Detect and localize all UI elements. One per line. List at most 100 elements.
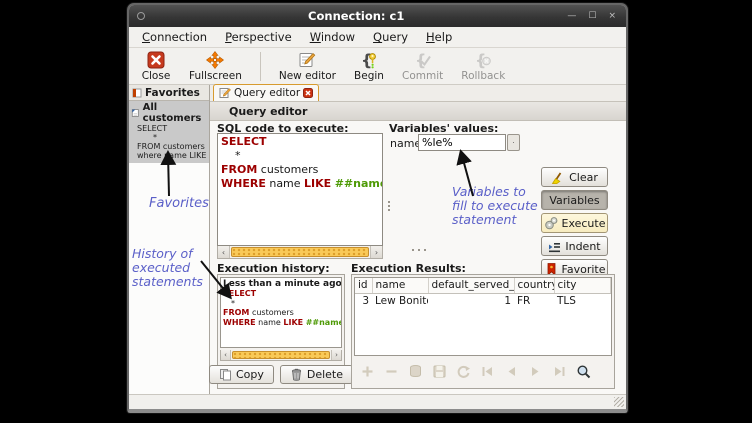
history-list[interactable]: Less than a minute ago: SELECT * FROM cu… — [220, 277, 342, 348]
history-panel: Less than a minute ago: SELECT * FROM cu… — [217, 274, 345, 389]
history-hscrollbar[interactable]: ‹ › — [220, 350, 342, 361]
window-menu-icon[interactable] — [137, 12, 145, 20]
tabstrip: Query editor — [210, 85, 626, 102]
copy-button[interactable]: Copy — [209, 365, 274, 384]
toolbar-separator — [260, 52, 261, 81]
new-editor-icon — [298, 51, 316, 69]
save-icon — [432, 364, 447, 379]
column-header[interactable]: country — [514, 278, 554, 293]
menu-perspective[interactable]: Perspective — [216, 28, 301, 46]
clear-button[interactable]: Clear — [541, 167, 608, 187]
history-age: Less than a minute ago: — [223, 279, 339, 289]
screenshot-stage: Connection: c1 — ☐ × Connection Perspect… — [0, 0, 752, 423]
menu-query[interactable]: Query — [364, 28, 417, 46]
close-icon — [147, 51, 165, 69]
column-header[interactable]: id — [355, 278, 372, 293]
delete-button[interactable]: Delete — [280, 365, 353, 384]
last-row-icon — [552, 364, 567, 379]
begin-transaction-button[interactable]: { Begin — [354, 51, 384, 82]
scroll-right-icon[interactable]: › — [370, 246, 382, 258]
menu-connection[interactable]: Connection — [133, 28, 216, 46]
copy-icon — [219, 368, 232, 381]
statusbar — [129, 394, 626, 409]
favorite-page-icon — [131, 108, 140, 118]
favorite-item-title: All customers — [143, 102, 209, 124]
scrollbar-thumb[interactable] — [232, 351, 330, 359]
commit-icon: { — [414, 51, 432, 69]
rollback-button: { Rollback — [461, 51, 505, 82]
titlebar[interactable]: Connection: c1 — ☐ × — [129, 5, 626, 27]
fullscreen-icon — [206, 51, 224, 69]
window-title: Connection: c1 — [145, 9, 567, 23]
body-area: Favorites All customers SELECT * FROM cu… — [129, 85, 626, 394]
rollback-icon: { — [474, 51, 492, 69]
results-toolbar — [352, 358, 614, 379]
favorite-item-all-customers[interactable]: All customers SELECT * FROM customers wh… — [129, 101, 209, 163]
favorite-preview-line: FROM customers — [129, 142, 209, 151]
execute-button[interactable]: Execute — [541, 213, 608, 233]
annotation-variables: Variables to fill to execute statement — [452, 185, 544, 227]
annotation-history: History of executed statements — [132, 247, 228, 289]
sql-editor-hscrollbar[interactable]: ‹ › — [217, 246, 383, 259]
tab-query-editor[interactable]: Query editor — [213, 84, 319, 101]
scroll-left-icon[interactable]: ‹ — [221, 350, 231, 360]
results-table[interactable]: id name default_served_by country city — [354, 277, 612, 356]
indent-icon — [548, 240, 561, 253]
variables-toggle-button[interactable]: Variables — [541, 190, 608, 210]
previous-row-icon — [504, 364, 519, 379]
variable-value-input[interactable] — [418, 134, 506, 151]
results-header-row: id name default_served_by country city — [355, 278, 611, 293]
favorite-preview-line: * — [129, 133, 209, 142]
menubar: Connection Perspective Window Query Help — [129, 27, 626, 48]
cell-default-served-by: 1 — [428, 293, 514, 308]
vertical-splitter[interactable] — [388, 199, 390, 213]
commit-button: { Commit — [402, 51, 443, 82]
variable-options-button[interactable]: · — [507, 134, 520, 151]
resize-grip[interactable] — [614, 397, 624, 407]
results-panel: id name default_served_by country city — [351, 274, 615, 389]
annotation-favorites: Favorites — [149, 197, 209, 212]
toolbar: Close Fullscreen New editor { Begin { Co… — [129, 48, 626, 85]
favorites-header: Favorites — [129, 85, 209, 101]
column-header[interactable]: name — [372, 278, 428, 293]
cell-city: TLS — [554, 293, 611, 308]
menu-help[interactable]: Help — [417, 28, 461, 46]
menu-window[interactable]: Window — [301, 28, 364, 46]
gears-icon — [544, 216, 558, 230]
first-row-icon — [480, 364, 495, 379]
favorite-preview-line: SELECT — [129, 124, 209, 133]
next-row-icon — [528, 364, 543, 379]
scroll-right-icon[interactable]: › — [331, 350, 341, 360]
add-row-icon — [360, 364, 375, 379]
refresh-icon — [456, 364, 471, 379]
column-header[interactable]: default_served_by — [428, 278, 514, 293]
table-row[interactable]: 3 Lew Bonito 1 FR TLS — [355, 293, 611, 308]
svg-text:{: { — [415, 51, 426, 69]
begin-icon: { — [360, 51, 378, 69]
new-editor-button[interactable]: New editor — [279, 51, 336, 82]
column-header[interactable]: city — [554, 278, 611, 293]
sql-editor[interactable]: SELECT * FROM customers WHERE name LIKE … — [217, 133, 383, 246]
scrollbar-thumb[interactable] — [231, 247, 369, 257]
cell-country: FR — [514, 293, 554, 308]
search-icon[interactable] — [576, 364, 591, 379]
horizontal-splitter[interactable] — [410, 249, 428, 251]
favorite-preview-line: where name LIKE — [129, 151, 209, 160]
minimize-button[interactable]: — — [567, 11, 576, 21]
remove-row-icon — [384, 364, 399, 379]
fullscreen-button[interactable]: Fullscreen — [189, 51, 242, 82]
maximize-button[interactable]: ☐ — [588, 11, 596, 21]
close-connection-button[interactable]: Close — [141, 51, 171, 82]
close-window-button[interactable]: × — [608, 11, 616, 21]
section-header: Query editor — [210, 102, 626, 121]
tab-close-icon[interactable] — [303, 88, 313, 98]
indent-button[interactable]: Indent — [541, 236, 608, 256]
database-icon — [408, 364, 423, 379]
favorites-sidebar: Favorites All customers SELECT * FROM cu… — [129, 85, 210, 394]
cell-name: Lew Bonito — [372, 293, 428, 308]
query-editor-content: SQL code to execute: SELECT * FROM custo… — [210, 121, 626, 394]
main-panel: Query editor Query editor SQL code to ex… — [210, 85, 626, 394]
trash-icon — [290, 368, 303, 381]
broom-icon — [551, 170, 565, 184]
query-editor-tab-icon — [219, 87, 231, 99]
